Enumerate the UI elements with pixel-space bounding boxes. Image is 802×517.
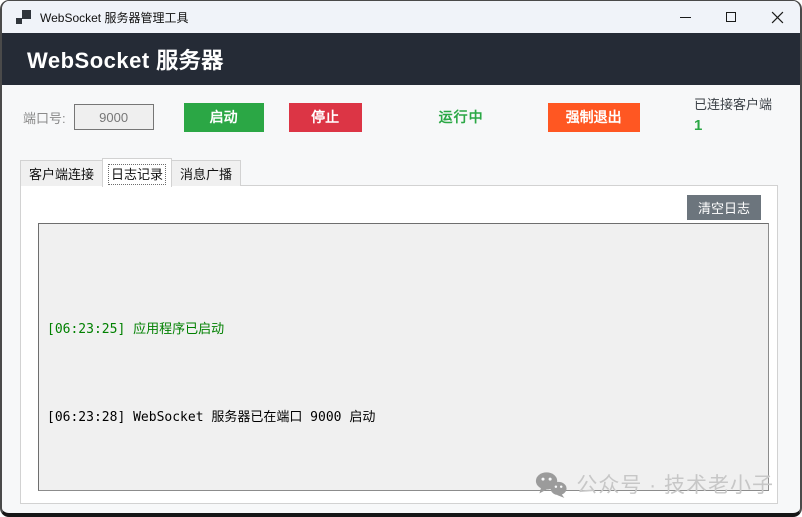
tab-strip: 客户端连接 日志记录 消息广播 [20, 158, 800, 186]
close-button[interactable] [754, 1, 800, 33]
wechat-icon [535, 471, 567, 498]
page-title: WebSocket 服务器 [27, 43, 224, 75]
window-title: WebSocket 服务器管理工具 [40, 9, 188, 26]
log-line: [06:23:25] 应用程序已启动 [47, 319, 760, 341]
port-label: 端口号: [23, 108, 66, 127]
minimize-button[interactable] [662, 1, 708, 33]
app-header: WebSocket 服务器 [2, 33, 800, 85]
tab-label: 客户端连接 [29, 167, 94, 182]
port-input[interactable] [74, 104, 154, 130]
watermark: 公众号 · 技术老小子 [535, 469, 774, 499]
log-textbox[interactable]: [06:23:25] 应用程序已启动 [06:23:28] WebSocket … [38, 223, 769, 491]
connected-clients-label: 已连接客户端 [694, 94, 772, 113]
tab-control: 客户端连接 日志记录 消息广播 清空日志 [06:23:25] 应用程序已启动 … [2, 158, 800, 504]
connected-clients-count: 1 [694, 117, 772, 134]
tab-item[interactable]: 客户端连接 [20, 160, 103, 186]
connected-clients-block: 已连接客户端 1 [694, 94, 772, 134]
app-window: WebSocket 服务器管理工具 WebSocket 服务器 端口号: 启动 … [0, 0, 802, 517]
tab-label: 日志记录 [111, 167, 163, 182]
minimize-icon [680, 17, 691, 18]
force-quit-button[interactable]: 强制退出 [548, 103, 640, 132]
maximize-icon [726, 12, 736, 22]
watermark-text: 公众号 · 技术老小子 [576, 469, 774, 499]
tab-item[interactable]: 日志记录 [102, 158, 172, 187]
app-icon [16, 10, 31, 24]
status-badge: 运行中 [439, 107, 484, 127]
close-icon [771, 11, 784, 24]
tab-item[interactable]: 消息广播 [171, 160, 241, 186]
tab-label: 消息广播 [180, 167, 232, 182]
log-line: [06:23:28] WebSocket 服务器已在端口 9000 启动 [47, 407, 760, 429]
log-tab-page: 清空日志 [06:23:25] 应用程序已启动 [06:23:28] WebSo… [20, 185, 778, 504]
maximize-button[interactable] [708, 1, 754, 33]
titlebar: WebSocket 服务器管理工具 [2, 1, 800, 33]
start-button[interactable]: 启动 [184, 103, 264, 132]
stop-button[interactable]: 停止 [289, 103, 362, 132]
controls-row: 端口号: 启动 停止 运行中 强制退出 已连接客户端 1 [2, 85, 800, 149]
clear-log-button[interactable]: 清空日志 [687, 195, 761, 220]
